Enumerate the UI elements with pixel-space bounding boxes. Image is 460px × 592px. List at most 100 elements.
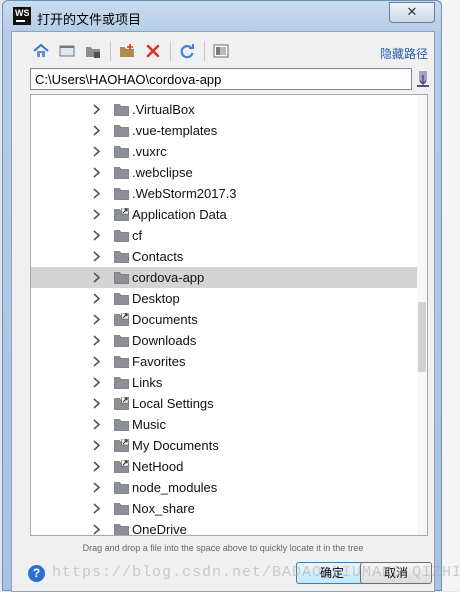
tree-row-label: Documents	[132, 312, 198, 327]
chevron-right-icon[interactable]	[91, 524, 102, 535]
tree-row-label: Links	[132, 375, 163, 390]
path-field[interactable]: C:\Users\HAOHAO\cordova-app	[30, 68, 412, 90]
watermark: https://blog.csdn.net/BADAO_LIUMANG_QIZH…	[52, 564, 460, 581]
folder-icon	[114, 167, 129, 179]
chevron-right-icon[interactable]	[91, 188, 102, 199]
new-folder-icon[interactable]	[118, 42, 136, 60]
tree-row-label: Nox_share	[132, 501, 195, 516]
tree-row[interactable]: .VirtualBox	[31, 99, 417, 120]
tree-row-label: Downloads	[132, 333, 197, 348]
folder-shortcut-icon	[114, 439, 129, 452]
tree-row-label: cordova-app	[132, 270, 205, 285]
tree-row-label: node_modules	[132, 480, 218, 495]
tree-row[interactable]: .vuxrc	[31, 141, 417, 162]
chevron-right-icon[interactable]	[91, 293, 102, 304]
close-icon: ✕	[406, 4, 418, 19]
chevron-right-icon[interactable]	[91, 167, 102, 178]
tree-row[interactable]: node_modules	[31, 477, 417, 498]
tree-row-label: Desktop	[132, 291, 180, 306]
tree-row[interactable]: Music	[31, 414, 417, 435]
chevron-right-icon[interactable]	[91, 461, 102, 472]
folder-icon	[114, 272, 129, 284]
toolbar: 隐藏路径	[12, 32, 434, 70]
tree-row-label: My Documents	[132, 438, 219, 453]
close-button[interactable]: ✕	[389, 2, 435, 23]
folder-icon	[114, 104, 129, 116]
tree-scrollbar[interactable]	[417, 95, 427, 535]
chevron-right-icon[interactable]	[91, 503, 102, 514]
home-icon[interactable]	[32, 42, 50, 60]
tree-row[interactable]: Desktop	[31, 288, 417, 309]
chevron-right-icon[interactable]	[91, 440, 102, 451]
tree-row[interactable]: cf	[31, 225, 417, 246]
chevron-right-icon[interactable]	[91, 398, 102, 409]
tree-row[interactable]: NetHood	[31, 456, 417, 477]
folder-icon	[114, 230, 129, 242]
tree-row[interactable]: Favorites	[31, 351, 417, 372]
delete-icon[interactable]	[144, 42, 162, 60]
tree-row[interactable]: .vue-templates	[31, 120, 417, 141]
tree-row[interactable]: cordova-app	[31, 267, 417, 288]
tree-row[interactable]: Downloads	[31, 330, 417, 351]
tree-row[interactable]: Links	[31, 372, 417, 393]
hide-path-link[interactable]: 隐藏路径	[380, 45, 428, 62]
toolbar-separator	[170, 41, 171, 61]
folder-shortcut-icon	[114, 208, 129, 221]
tree-row-label: .WebStorm2017.3	[132, 186, 237, 201]
chevron-right-icon[interactable]	[91, 209, 102, 220]
scrollbar-thumb[interactable]	[418, 302, 426, 372]
folder-icon	[114, 293, 129, 305]
folder-icon	[114, 377, 129, 389]
folder-icon	[114, 524, 129, 535]
chevron-right-icon[interactable]	[91, 314, 102, 325]
toolbar-separator	[204, 41, 205, 61]
folder-icon	[114, 503, 129, 515]
tree-row[interactable]: Contacts	[31, 246, 417, 267]
refresh-icon[interactable]	[178, 42, 196, 60]
folder-shortcut-icon	[114, 460, 129, 473]
tree-row-label: OneDrive	[132, 522, 187, 536]
tree-row[interactable]: Documents	[31, 309, 417, 330]
folder-icon	[114, 188, 129, 200]
chevron-right-icon[interactable]	[91, 104, 102, 115]
chevron-right-icon[interactable]	[91, 146, 102, 157]
folder-icon	[114, 335, 129, 347]
path-action-icon[interactable]	[416, 70, 430, 88]
tree-row[interactable]: .WebStorm2017.3	[31, 183, 417, 204]
drag-drop-hint: Drag and drop a file into the space abov…	[82, 543, 364, 553]
file-tree[interactable]: .VirtualBox .vue-templates .vuxrc .webclips…	[30, 94, 428, 536]
chevron-right-icon[interactable]	[91, 482, 102, 493]
chevron-right-icon[interactable]	[91, 377, 102, 388]
chevron-right-icon[interactable]	[91, 335, 102, 346]
tree-row-label: Favorites	[132, 354, 186, 369]
folder-icon	[114, 125, 129, 137]
tree-row[interactable]: Nox_share	[31, 498, 417, 519]
chevron-right-icon[interactable]	[91, 251, 102, 262]
project-icon[interactable]	[84, 42, 102, 60]
chevron-right-icon[interactable]	[91, 272, 102, 283]
tree-row-label: Application Data	[132, 207, 227, 222]
chevron-right-icon[interactable]	[91, 419, 102, 430]
background-editor	[442, 0, 460, 591]
tree-row[interactable]: .webclipse	[31, 162, 417, 183]
title-bar: WS 打开的文件或项目 ✕	[3, 1, 441, 31]
tree-row[interactable]: OneDrive	[31, 519, 417, 536]
open-file-dialog: WS 打开的文件或项目 ✕ 隐藏路径 C:\Users\HAOHAO\cordo…	[2, 0, 442, 592]
tree-row[interactable]: Local Settings	[31, 393, 417, 414]
folder-icon	[114, 146, 129, 158]
dialog-title: 打开的文件或项目	[37, 12, 142, 27]
tree-row-label: .webclipse	[132, 165, 193, 180]
tree-row[interactable]: My Documents	[31, 435, 417, 456]
folder-icon	[114, 356, 129, 368]
desktop-icon[interactable]	[58, 42, 76, 60]
chevron-right-icon[interactable]	[91, 125, 102, 136]
chevron-right-icon[interactable]	[91, 356, 102, 367]
show-hidden-icon[interactable]	[212, 42, 230, 60]
tree-row-label: .VirtualBox	[132, 102, 195, 117]
help-icon[interactable]: ?	[28, 565, 45, 582]
tree-row-label: cf	[132, 228, 143, 243]
tree-row[interactable]: Application Data	[31, 204, 417, 225]
tree-row-label: Music	[132, 417, 166, 432]
chevron-right-icon[interactable]	[91, 230, 102, 241]
tree-row-label: Local Settings	[132, 396, 214, 411]
